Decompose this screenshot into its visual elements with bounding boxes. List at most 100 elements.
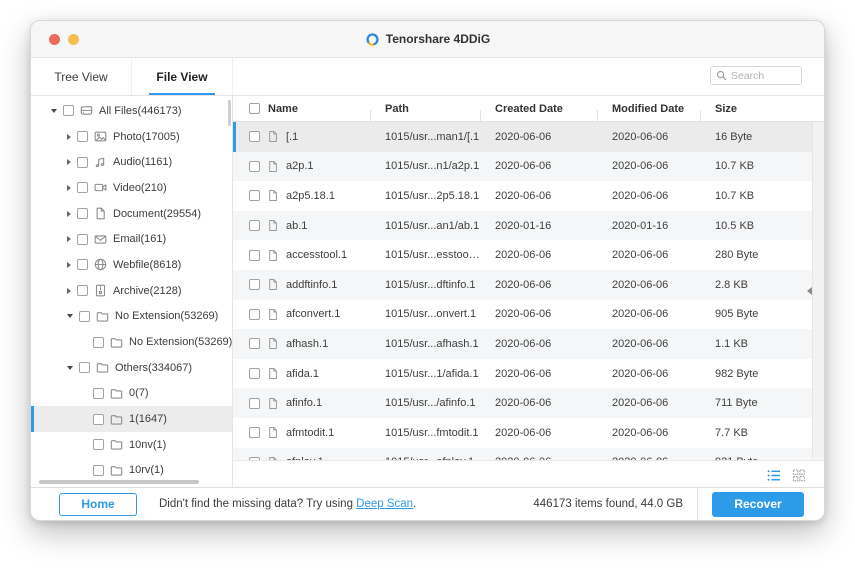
column-header-modified-date[interactable]: Modified Date xyxy=(597,103,700,115)
deep-scan-hint: Didn't find the missing data? Try using … xyxy=(159,498,416,510)
tree-item-video-210-[interactable]: Video(210) xyxy=(31,175,232,201)
table-vertical-scrollbar[interactable] xyxy=(812,122,824,458)
table-row[interactable]: afmtodit.11015/usr...fmtodit.12020-06-06… xyxy=(233,418,824,448)
tree-checkbox[interactable] xyxy=(93,388,104,399)
row-checkbox[interactable] xyxy=(249,398,260,409)
chevron-right-icon[interactable] xyxy=(67,185,71,191)
chevron-down-icon[interactable] xyxy=(67,366,73,370)
tree-item-1-1647-[interactable]: 1(1647) xyxy=(31,406,232,432)
tree-checkbox[interactable] xyxy=(93,439,104,450)
row-checkbox[interactable] xyxy=(249,338,260,349)
items-found-summary: 446173 items found, 44.0 GB xyxy=(533,498,697,510)
tree-item-photo-17005-[interactable]: Photo(17005) xyxy=(31,124,232,150)
select-all-checkbox[interactable] xyxy=(249,103,260,114)
sidebar-horizontal-scrollbar[interactable] xyxy=(39,480,199,484)
tree-checkbox[interactable] xyxy=(93,465,104,476)
tree-checkbox[interactable] xyxy=(77,285,88,296)
tree-checkbox[interactable] xyxy=(79,311,90,322)
created-date: 2020-06-06 xyxy=(480,456,597,460)
row-checkbox[interactable] xyxy=(249,427,260,438)
row-checkbox[interactable] xyxy=(249,457,260,460)
row-checkbox[interactable] xyxy=(249,250,260,261)
table-row[interactable]: afconvert.11015/usr...onvert.12020-06-06… xyxy=(233,300,824,330)
tree-checkbox[interactable] xyxy=(93,337,104,348)
tree-checkbox[interactable] xyxy=(77,157,88,168)
tree-item-email-161-[interactable]: Email(161) xyxy=(31,226,232,252)
chevron-right-icon[interactable] xyxy=(67,262,71,268)
deep-scan-link[interactable]: Deep Scan xyxy=(356,498,413,510)
tree-checkbox[interactable] xyxy=(77,234,88,245)
tree-item-document-29554-[interactable]: Document(29554) xyxy=(31,201,232,227)
tree-item-others-334067-[interactable]: Others(334067) xyxy=(31,355,232,381)
list-view-icon[interactable] xyxy=(767,469,781,482)
tree-checkbox[interactable] xyxy=(77,131,88,142)
folder-icon xyxy=(110,464,123,477)
file-name: afmtodit.1 xyxy=(286,427,334,439)
tree-checkbox[interactable] xyxy=(79,362,90,373)
table-row[interactable]: afplay.11015/usr...afplay.12020-06-06202… xyxy=(233,448,824,460)
minimize-window-icon[interactable] xyxy=(68,34,79,45)
close-window-icon[interactable] xyxy=(49,34,60,45)
tree-item-0-7-[interactable]: 0(7) xyxy=(31,381,232,407)
row-checkbox[interactable] xyxy=(249,368,260,379)
file-size: 280 Byte xyxy=(700,249,812,261)
tree-item-webfile-8618-[interactable]: Webfile(8618) xyxy=(31,252,232,278)
chevron-right-icon[interactable] xyxy=(67,159,71,165)
sidebar-vertical-scrollbar[interactable] xyxy=(228,100,231,126)
tree-item-label: 1(1647) xyxy=(129,413,167,425)
tree-checkbox[interactable] xyxy=(77,259,88,270)
collapse-panel-arrow-icon[interactable] xyxy=(807,287,812,295)
recover-button[interactable]: Recover xyxy=(712,492,804,517)
row-checkbox[interactable] xyxy=(249,190,260,201)
tree-checkbox[interactable] xyxy=(77,208,88,219)
table-row[interactable]: [.11015/usr...man1/[.12020-06-062020-06-… xyxy=(233,122,824,152)
created-date: 2020-01-16 xyxy=(480,220,597,232)
tree-item-audio-1161-[interactable]: Audio(1161) xyxy=(31,149,232,175)
table-row[interactable]: afinfo.11015/usr.../afinfo.12020-06-0620… xyxy=(233,388,824,418)
tab-file-view[interactable]: File View xyxy=(132,58,233,95)
tab-tree-view[interactable]: Tree View xyxy=(31,58,132,95)
table-row[interactable]: a2p5.18.11015/usr...2p5.18.12020-06-0620… xyxy=(233,181,824,211)
tree-item-10nv-1-[interactable]: 10nv(1) xyxy=(31,432,232,458)
table-row[interactable]: afhash.11015/usr...afhash.12020-06-06202… xyxy=(233,329,824,359)
column-header-size[interactable]: Size xyxy=(700,103,812,115)
grid-view-icon[interactable] xyxy=(792,469,806,482)
table-row[interactable]: addftinfo.11015/usr...dftinfo.12020-06-0… xyxy=(233,270,824,300)
tree-checkbox[interactable] xyxy=(93,414,104,425)
chevron-down-icon[interactable] xyxy=(67,314,73,318)
row-checkbox[interactable] xyxy=(249,279,260,290)
column-header-path[interactable]: Path xyxy=(370,103,480,115)
chevron-down-icon[interactable] xyxy=(51,109,57,113)
table-rows: [.11015/usr...man1/[.12020-06-062020-06-… xyxy=(233,122,824,460)
tree-checkbox[interactable] xyxy=(63,105,74,116)
chevron-right-icon[interactable] xyxy=(67,211,71,217)
tree-item-label: Email(161) xyxy=(113,233,166,245)
table-row[interactable]: accesstool.11015/usr...esstool.12020-06-… xyxy=(233,240,824,270)
tree-checkbox[interactable] xyxy=(77,182,88,193)
row-checkbox[interactable] xyxy=(249,220,260,231)
tree-item-all-files-446173-[interactable]: All Files(446173) xyxy=(31,98,232,124)
search-box[interactable] xyxy=(710,66,802,85)
modified-date: 2020-06-06 xyxy=(597,368,700,380)
tree-item-archive-2128-[interactable]: Archive(2128) xyxy=(31,278,232,304)
row-checkbox[interactable] xyxy=(249,161,260,172)
table-row[interactable]: afida.11015/usr...1/afida.12020-06-06202… xyxy=(233,359,824,389)
home-button[interactable]: Home xyxy=(59,493,137,516)
table-row[interactable]: a2p.11015/usr...n1/a2p.12020-06-062020-0… xyxy=(233,152,824,182)
tree-item-label: All Files(446173) xyxy=(99,105,182,117)
tree-item-label: 10rv(1) xyxy=(129,464,164,476)
modified-date: 2020-06-06 xyxy=(597,338,700,350)
table-row[interactable]: ab.11015/usr...an1/ab.12020-01-162020-01… xyxy=(233,211,824,241)
chevron-right-icon[interactable] xyxy=(67,288,71,294)
chevron-right-icon[interactable] xyxy=(67,236,71,242)
column-header-name[interactable]: Name xyxy=(233,103,370,115)
created-date: 2020-06-06 xyxy=(480,249,597,261)
column-header-created-date[interactable]: Created Date xyxy=(480,103,597,115)
row-checkbox[interactable] xyxy=(249,309,260,320)
tree-item-no-extension-53269-[interactable]: No Extension(53269) xyxy=(31,304,232,330)
modified-date: 2020-06-06 xyxy=(597,308,700,320)
tree-item-no-extension-53269-[interactable]: No Extension(53269) xyxy=(31,329,232,355)
search-input[interactable] xyxy=(731,70,796,82)
chevron-right-icon[interactable] xyxy=(67,134,71,140)
row-checkbox[interactable] xyxy=(249,131,260,142)
